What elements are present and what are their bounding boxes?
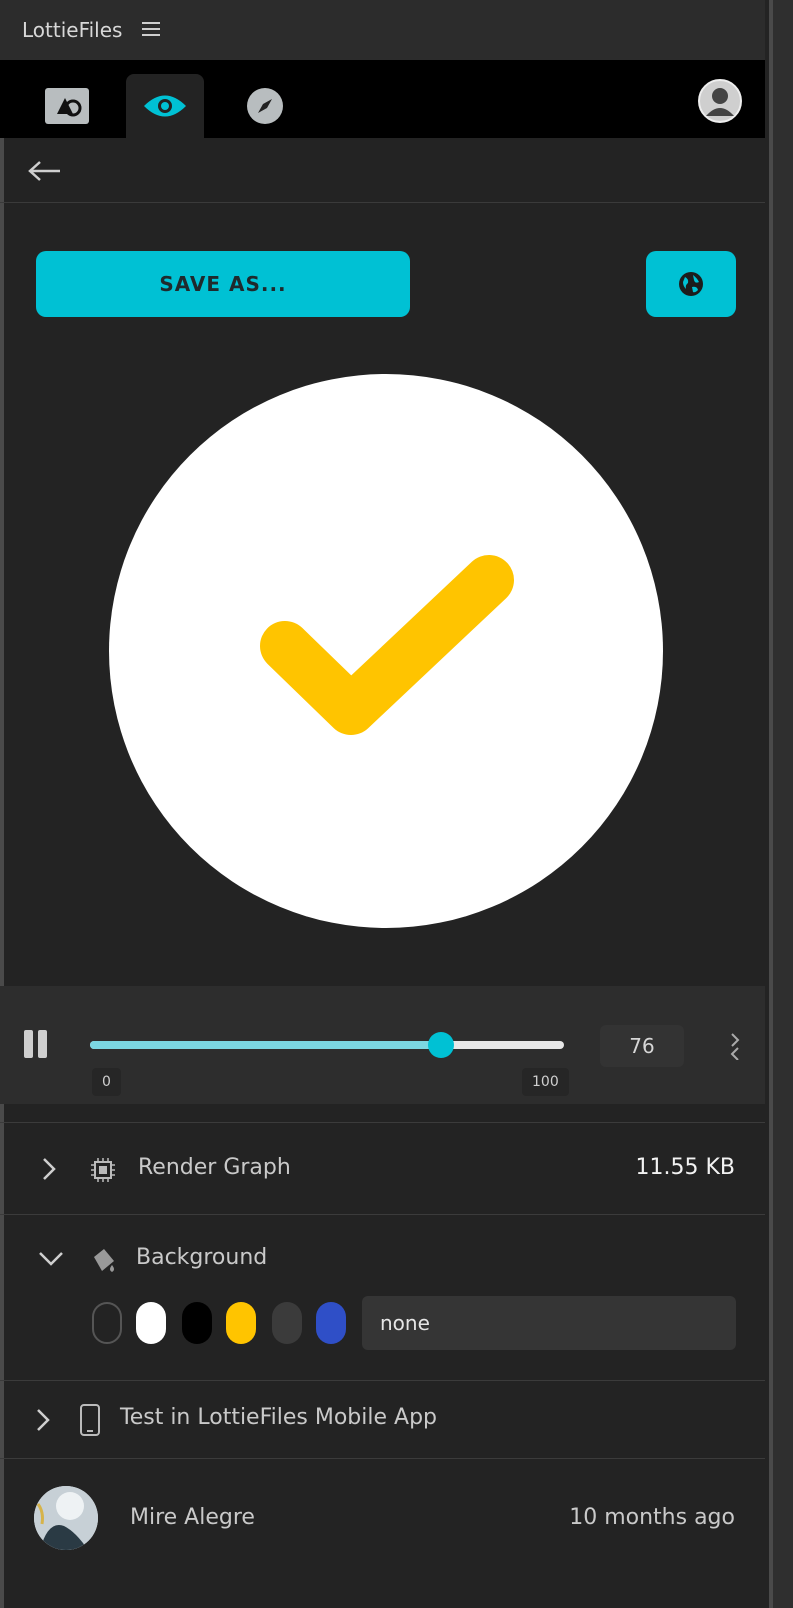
swatch-blue[interactable] [316,1302,346,1344]
tab-preview[interactable] [126,74,204,138]
swatch-gray[interactable] [272,1302,302,1344]
tab-bar [0,60,765,138]
slider-fill [90,1041,441,1049]
app-title: LottieFiles [22,18,123,42]
save-as-button[interactable]: SAVE AS... [36,251,410,317]
collapse-icon[interactable] [728,1032,742,1060]
back-row [0,138,765,203]
slider-max-label: 100 [522,1068,569,1096]
frame-slider[interactable] [90,1032,564,1058]
author-avatar[interactable] [34,1486,98,1550]
file-size: 11.55 KB [635,1155,736,1180]
test-mobile-section[interactable]: Test in LottieFiles Mobile App [0,1380,765,1458]
globe-icon [679,272,703,296]
chip-icon [91,1158,115,1182]
author-name[interactable]: Mire Alegre [130,1505,255,1530]
slider-min-label: 0 [92,1068,121,1096]
user-avatar-icon[interactable] [697,78,743,124]
tab-lottie[interactable] [28,74,106,138]
checkmark-icon [260,555,514,735]
frame-input[interactable]: 76 [600,1025,684,1067]
slider-thumb[interactable] [427,1032,454,1058]
author-section: Mire Alegre 10 months ago [0,1458,765,1608]
swatch-black[interactable] [182,1302,212,1344]
swatch-white[interactable] [136,1302,166,1344]
window-edge [773,0,793,1608]
chevron-right-icon [43,1158,56,1180]
public-share-button[interactable] [646,251,736,317]
compass-icon [247,88,283,124]
swatch-transparent[interactable] [92,1302,122,1344]
chevron-down-icon[interactable] [38,1249,64,1267]
eye-icon [144,95,186,117]
pause-icon[interactable] [24,1030,50,1058]
paint-bucket-icon [94,1249,114,1272]
lottie-logo-icon [45,88,89,124]
background-color-input[interactable]: none [362,1296,736,1350]
render-graph-section[interactable]: Render Graph 11.55 KB [0,1122,765,1214]
title-bar: LottieFiles [0,0,765,60]
author-time: 10 months ago [569,1505,735,1530]
swatch-yellow[interactable] [226,1302,256,1344]
animation-preview [109,374,663,928]
hamburger-menu-icon[interactable] [142,22,160,36]
background-label: Background [136,1245,268,1270]
tab-explore[interactable] [226,74,304,138]
render-graph-label: Render Graph [138,1155,291,1180]
chevron-right-icon [37,1409,50,1431]
back-arrow-icon[interactable] [26,158,62,184]
test-mobile-label: Test in LottieFiles Mobile App [120,1405,438,1430]
phone-icon [80,1404,100,1436]
